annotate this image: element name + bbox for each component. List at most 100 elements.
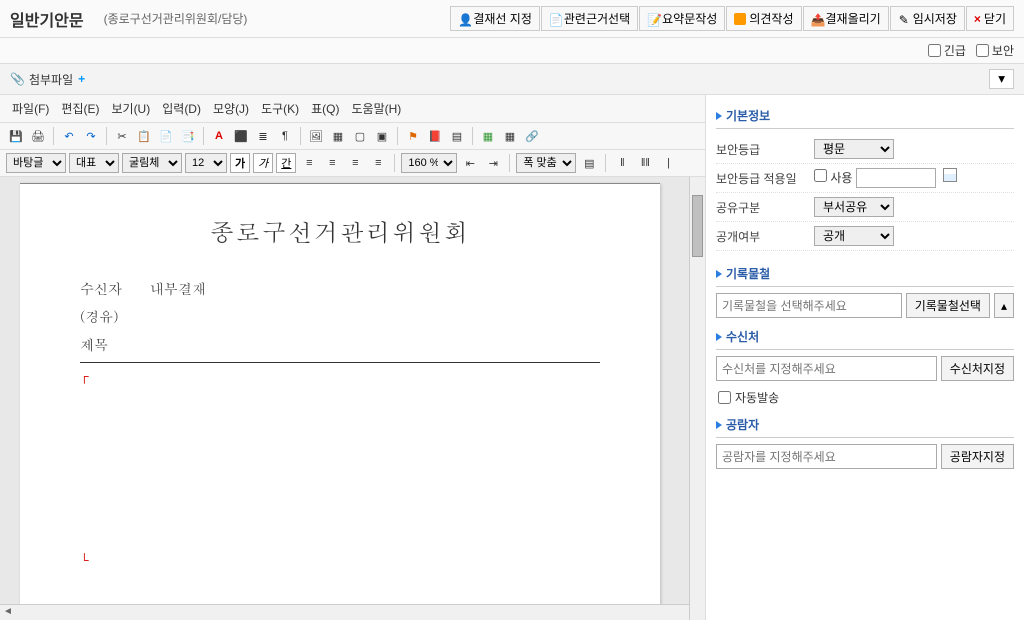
image-icon[interactable]: 🖼 bbox=[306, 126, 326, 146]
doc-recipient-value: 내부결재 bbox=[150, 278, 206, 298]
reviewer-header: 공람자 bbox=[716, 412, 1014, 438]
object-icon[interactable]: ▢ bbox=[350, 126, 370, 146]
chart-icon[interactable]: ▤ bbox=[447, 126, 467, 146]
align-justify-icon[interactable]: ≡ bbox=[368, 153, 388, 173]
flag-icon[interactable]: ⚑ bbox=[403, 126, 423, 146]
redo-icon[interactable]: ↷ bbox=[81, 126, 101, 146]
zoom-select[interactable]: 160 % bbox=[401, 153, 457, 173]
close-button[interactable]: ×닫기 bbox=[966, 6, 1014, 31]
security-level-select[interactable]: 평문 bbox=[814, 139, 894, 159]
fit-select[interactable]: 폭 맞춤 bbox=[516, 153, 576, 173]
spacing3-icon[interactable]: | bbox=[658, 153, 678, 173]
undo-icon[interactable]: ↶ bbox=[59, 126, 79, 146]
record-input[interactable] bbox=[716, 293, 902, 318]
print-icon[interactable]: 🖨 bbox=[28, 126, 48, 146]
link-icon[interactable]: 🔗 bbox=[522, 126, 542, 146]
recipient-input[interactable] bbox=[716, 356, 937, 381]
attachment-label: 첨부파일 bbox=[29, 71, 73, 88]
paste-icon[interactable]: 📄 bbox=[156, 126, 176, 146]
recipient-assign-button[interactable]: 수신처지정 bbox=[941, 356, 1014, 381]
auto-send-label: 자동발송 bbox=[735, 389, 779, 406]
doc-subject-row: 제목 bbox=[80, 334, 600, 354]
menu-input[interactable]: 입력(D) bbox=[158, 98, 205, 119]
menu-bar: 파일(F) 편집(E) 보기(U) 입력(D) 모양(J) 도구(K) 표(Q)… bbox=[0, 95, 705, 123]
security-apply-date[interactable] bbox=[856, 168, 936, 188]
spacing2-icon[interactable]: ‖‖ bbox=[635, 153, 655, 173]
public-select[interactable]: 공개 bbox=[814, 226, 894, 246]
style-select[interactable]: 바탕글 bbox=[6, 153, 66, 173]
separator bbox=[509, 154, 510, 172]
align-right-icon[interactable]: ≡ bbox=[345, 153, 365, 173]
copy-icon[interactable]: 📋 bbox=[134, 126, 154, 146]
document-canvas[interactable]: 종로구선거관리위원회 수신자 내부결재 (경유) 제목 ┌ └ bbox=[0, 177, 705, 620]
document-page[interactable]: 종로구선거관리위원회 수신자 내부결재 (경유) 제목 ┌ └ bbox=[20, 183, 660, 620]
separator bbox=[397, 127, 398, 145]
menu-shape[interactable]: 모양(J) bbox=[209, 98, 253, 119]
font-color-icon[interactable]: A bbox=[209, 126, 229, 146]
paste-special-icon[interactable]: 📑 bbox=[178, 126, 198, 146]
font-select[interactable]: 굴림체 bbox=[122, 153, 182, 173]
grid2-icon[interactable]: ▦ bbox=[500, 126, 520, 146]
save-icon[interactable]: 💾 bbox=[6, 126, 26, 146]
horizontal-scrollbar[interactable] bbox=[0, 604, 689, 620]
add-attachment-button[interactable]: + bbox=[78, 72, 85, 86]
separator bbox=[106, 127, 107, 145]
list-icon[interactable]: ≣ bbox=[253, 126, 273, 146]
bold-button[interactable]: 가 bbox=[230, 153, 250, 173]
approval-line-button[interactable]: 👤결재선 지정 bbox=[450, 6, 540, 31]
calendar-icon[interactable] bbox=[943, 168, 957, 182]
record-toggle-button[interactable]: ▴ bbox=[994, 293, 1014, 318]
auto-send-checkbox[interactable] bbox=[718, 391, 731, 404]
highlight-icon[interactable]: ⬛ bbox=[231, 126, 251, 146]
underline-button[interactable]: 간 bbox=[276, 153, 296, 173]
record-select-button[interactable]: 기록물철선택 bbox=[906, 293, 990, 318]
spacing1-icon[interactable]: ‖ bbox=[612, 153, 632, 173]
indent-inc-icon[interactable]: ⇥ bbox=[483, 153, 503, 173]
top-bar: 일반기안문 (종로구선거관리위원회/담당) 👤결재선 지정 📄관련근거선택 📝요… bbox=[0, 0, 1024, 38]
menu-tool[interactable]: 도구(K) bbox=[257, 98, 303, 119]
para-icon[interactable]: ¶ bbox=[275, 126, 295, 146]
rep-select[interactable]: 대표 bbox=[69, 153, 119, 173]
share-type-label: 공유구분 bbox=[716, 199, 806, 216]
book-icon[interactable]: 📕 bbox=[425, 126, 445, 146]
doc-subject-label: 제목 bbox=[80, 334, 150, 354]
menu-table[interactable]: 표(Q) bbox=[307, 98, 343, 119]
related-basis-button[interactable]: 📄관련근거선택 bbox=[541, 6, 638, 31]
align-center-icon[interactable]: ≡ bbox=[322, 153, 342, 173]
main-area: 파일(F) 편집(E) 보기(U) 입력(D) 모양(J) 도구(K) 표(Q)… bbox=[0, 95, 1024, 620]
attachment-toggle[interactable]: ▾ bbox=[989, 69, 1014, 89]
security-checkbox[interactable]: 보안 bbox=[976, 42, 1014, 59]
bracket-bottom-icon: └ bbox=[80, 553, 600, 567]
menu-file[interactable]: 파일(F) bbox=[8, 98, 53, 119]
size-select[interactable]: 12 bbox=[185, 153, 227, 173]
security-apply-use[interactable]: 사용 bbox=[814, 171, 852, 185]
vertical-scrollbar[interactable] bbox=[689, 177, 705, 620]
align-left-icon[interactable]: ≡ bbox=[299, 153, 319, 173]
format-bar: 바탕글 대표 굴림체 12 가 가 간 ≡ ≡ ≡ ≡ 160 % ⇤ ⇥ 폭 … bbox=[0, 150, 705, 177]
public-row: 공개여부 공개 bbox=[716, 222, 1014, 251]
indent-dec-icon[interactable]: ⇤ bbox=[460, 153, 480, 173]
menu-help[interactable]: 도움말(H) bbox=[348, 98, 406, 119]
separator bbox=[300, 127, 301, 145]
reviewer-input[interactable] bbox=[716, 444, 937, 469]
cut-icon[interactable]: ✂ bbox=[112, 126, 132, 146]
summary-button[interactable]: 📝요약문작성 bbox=[639, 6, 725, 31]
menu-edit[interactable]: 편집(E) bbox=[57, 98, 103, 119]
grid-icon[interactable]: ▦ bbox=[478, 126, 498, 146]
attachment-bar: 📎 첨부파일 + ▾ bbox=[0, 64, 1024, 95]
object2-icon[interactable]: ▣ bbox=[372, 126, 392, 146]
editor-pane: 파일(F) 편집(E) 보기(U) 입력(D) 모양(J) 도구(K) 표(Q)… bbox=[0, 95, 706, 620]
doc-divider bbox=[80, 362, 600, 363]
ruler-icon[interactable]: ▤ bbox=[579, 153, 599, 173]
reviewer-assign-button[interactable]: 공람자지정 bbox=[941, 444, 1014, 469]
table-icon[interactable]: ▦ bbox=[328, 126, 348, 146]
menu-view[interactable]: 보기(U) bbox=[107, 98, 154, 119]
share-type-select[interactable]: 부서공유 bbox=[814, 197, 894, 217]
temp-save-button[interactable]: ✎임시저장 bbox=[890, 6, 965, 31]
urgent-checkbox[interactable]: 긴급 bbox=[928, 42, 966, 59]
submit-approval-button[interactable]: 📤결재올리기 bbox=[803, 6, 889, 31]
speech-icon bbox=[734, 13, 746, 25]
italic-button[interactable]: 가 bbox=[253, 153, 273, 173]
upload-icon: 📤 bbox=[811, 13, 823, 25]
opinion-button[interactable]: 의견작성 bbox=[726, 6, 801, 31]
